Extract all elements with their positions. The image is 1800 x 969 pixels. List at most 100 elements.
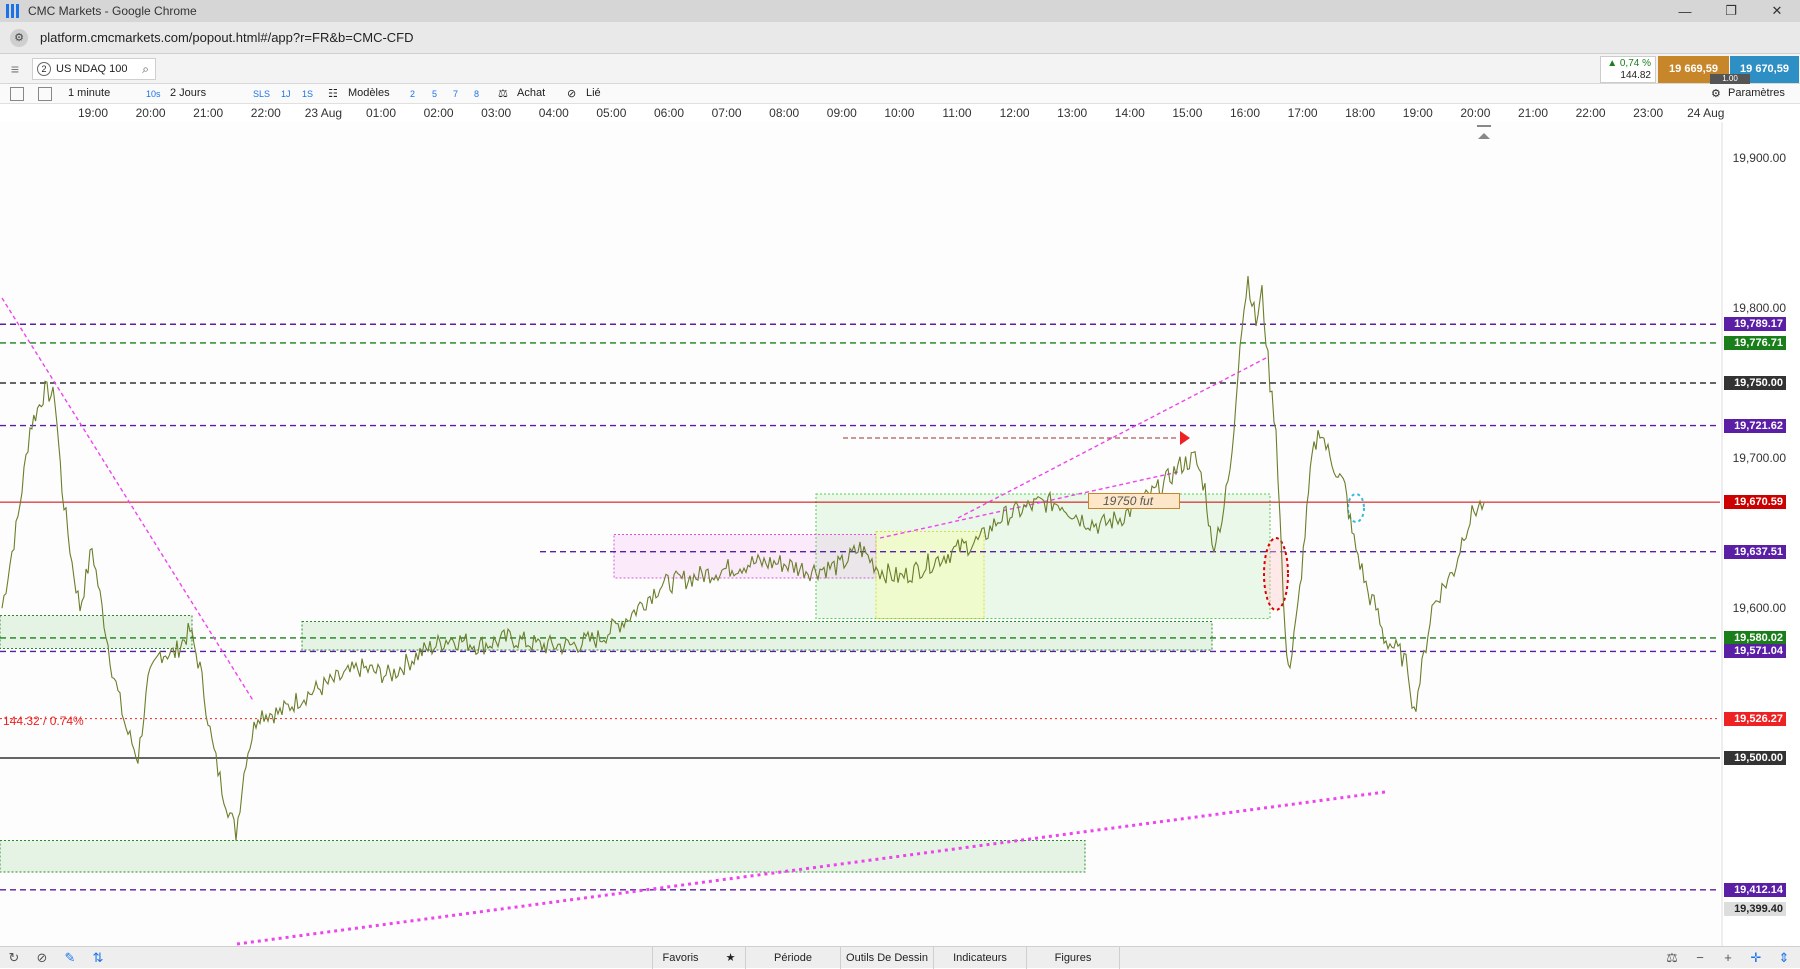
spread-badge: 1.00 (1710, 74, 1750, 84)
preset-2[interactable]: 2 (410, 89, 415, 99)
price-tag: 19,526.27 (1724, 711, 1786, 726)
price-zone (0, 840, 1086, 873)
interval-10s[interactable]: 10s (146, 89, 161, 99)
site-info-icon[interactable]: ⚙ (10, 28, 28, 47)
settings-icon[interactable]: ⚙ (1711, 87, 1721, 100)
close-icon[interactable]: ✕ (1754, 0, 1800, 22)
time-tick: 02:00 (423, 106, 454, 120)
trade-icon[interactable]: ⚖ (498, 87, 508, 100)
price-tick: 19,900.00 (1733, 151, 1787, 165)
crosshair-icon[interactable]: ✛ (1748, 950, 1764, 966)
range-1j[interactable]: 1J (281, 89, 291, 99)
time-tick: 18:00 (1345, 106, 1376, 120)
indicators-label: Indicateurs (953, 952, 1007, 964)
preset-8[interactable]: 8 (474, 89, 479, 99)
price-tag: 19,571.04 (1724, 644, 1786, 659)
figures-label: Figures (1054, 952, 1092, 964)
range-dropdown[interactable]: 2 Jours (170, 87, 206, 99)
change-points: 144.82 (1620, 70, 1651, 81)
time-tick: 20:00 (1460, 106, 1491, 120)
time-tick: 19:00 (77, 106, 109, 120)
settings-button[interactable]: Paramètres (1728, 87, 1785, 99)
time-tick: 11:00 (942, 106, 972, 120)
bottom-bar: ↻ ⊘ ✎ ⇅ Favoris ★ Période Outils De Dess… (0, 946, 1800, 969)
fit-icon[interactable]: ⇕ (1776, 950, 1792, 966)
time-tick: 21:00 (193, 106, 224, 120)
time-tick: 13:00 (1057, 106, 1088, 120)
chart-header: ≡ 2 US NDAQ 100 ⌕ ▲ 0,74 % 144.82 19 669… (0, 54, 1800, 84)
url-text[interactable]: platform.cmcmarkets.com/popout.html#/app… (40, 30, 414, 45)
interval-dropdown[interactable]: 1 minute (68, 87, 110, 99)
refresh-icon[interactable]: ↻ (6, 950, 22, 966)
time-tick: 23:00 (1633, 106, 1664, 120)
scale-icon[interactable]: ⚖ (1664, 950, 1680, 966)
period-label: Période (774, 952, 812, 964)
models-icon[interactable]: ☷ (328, 87, 338, 100)
tab-drawing-tools[interactable]: Outils De Dessin (840, 947, 933, 969)
change-annotation: 144.32 / 0.74% (3, 714, 84, 728)
instrument-selector[interactable]: 2 US NDAQ 100 ⌕ (32, 58, 156, 80)
chart-type-icon[interactable] (10, 87, 24, 101)
time-axis: 19:00 20:00 21:00 22:00 23 Aug 01:00 02:00 03:0… (0, 104, 1724, 122)
zoom-in-icon[interactable]: + (1720, 950, 1736, 966)
price-alert[interactable]: 19750 fut (1088, 493, 1180, 509)
buy-toggle[interactable]: Achat (517, 87, 545, 99)
disable-icon[interactable]: ⊘ (34, 950, 50, 966)
time-tick: 06:00 (653, 106, 685, 120)
time-tick: 24 Aug (1687, 106, 1725, 120)
time-tick: 05:00 (596, 106, 627, 120)
star-icon: ★ (725, 952, 736, 964)
hamburger-icon[interactable]: ≡ (6, 61, 24, 77)
price-zone (875, 531, 985, 619)
time-tick: 08:00 (769, 106, 800, 120)
pencil-icon[interactable]: ✎ (62, 950, 78, 966)
highlight-ellipse (1263, 537, 1289, 611)
time-tick: 04:00 (538, 106, 569, 120)
preset-5[interactable]: 5 (432, 89, 437, 99)
price-tag: 19,412.14 (1724, 882, 1786, 897)
tab-favorites[interactable]: Favoris ★ (652, 947, 745, 969)
time-tick: 10:00 (884, 106, 915, 120)
favorites-label: Favoris (662, 952, 699, 964)
alert-label: 19750 fut (1103, 494, 1154, 508)
linked-toggle[interactable]: Lié (586, 87, 601, 99)
time-tick: 19:00 (1402, 106, 1433, 120)
price-chart[interactable]: 19,900.00 19,800.00 19,700.00 19,600.00 144… (0, 122, 1800, 946)
swap-icon[interactable]: ⇅ (90, 950, 106, 966)
time-tick: 22:00 (250, 106, 281, 120)
time-tick: 16:00 (1229, 106, 1261, 120)
chart-toolbar: 1 minute 10s 2 Jours SLS 1J 1S ☷ Modèles… (0, 84, 1800, 104)
link-icon[interactable]: ⊘ (567, 87, 576, 100)
price-tag: 19,580.02 (1724, 630, 1786, 645)
price-tag: 19,789.17 (1724, 317, 1786, 332)
time-tick: 22:00 (1575, 106, 1606, 120)
time-tick: 17:00 (1287, 106, 1318, 120)
price-tag: 19,500.00 (1724, 751, 1786, 765)
tab-figures[interactable]: Figures (1026, 947, 1120, 969)
preset-7[interactable]: 7 (453, 89, 458, 99)
time-tick: 20:00 (135, 106, 166, 120)
price-tag: 19,399.40 (1724, 901, 1786, 916)
price-tick: 19,700.00 (1733, 451, 1787, 465)
restore-icon[interactable]: ❐ (1708, 0, 1754, 22)
cmc-logo-icon (6, 4, 20, 18)
layout-icon[interactable] (38, 87, 52, 101)
models-button[interactable]: Modèles (348, 87, 390, 99)
price-zone (0, 615, 193, 649)
search-icon[interactable]: ⌕ (142, 62, 149, 77)
drawing-label: Outils De Dessin (846, 952, 928, 964)
price-tag: 19,776.71 (1724, 335, 1786, 350)
tab-indicators[interactable]: Indicateurs (933, 947, 1026, 969)
range-1s[interactable]: 1S (302, 89, 313, 99)
address-bar[interactable]: ⚙ platform.cmcmarkets.com/popout.html#/a… (0, 22, 1800, 54)
minimize-icon[interactable]: — (1662, 0, 1708, 22)
tab-period[interactable]: Période (745, 947, 840, 969)
zoom-out-icon[interactable]: − (1692, 950, 1708, 966)
instrument-index: 2 (37, 62, 51, 76)
price-change-box: ▲ 0,74 % 144.82 (1600, 56, 1656, 83)
price-tag: 19,670.59 (1724, 495, 1786, 510)
range-sls[interactable]: SLS (253, 89, 270, 99)
instrument-name: US NDAQ 100 (56, 63, 128, 75)
time-tick: 03:00 (481, 106, 512, 120)
time-tick: 23 Aug (304, 106, 343, 120)
